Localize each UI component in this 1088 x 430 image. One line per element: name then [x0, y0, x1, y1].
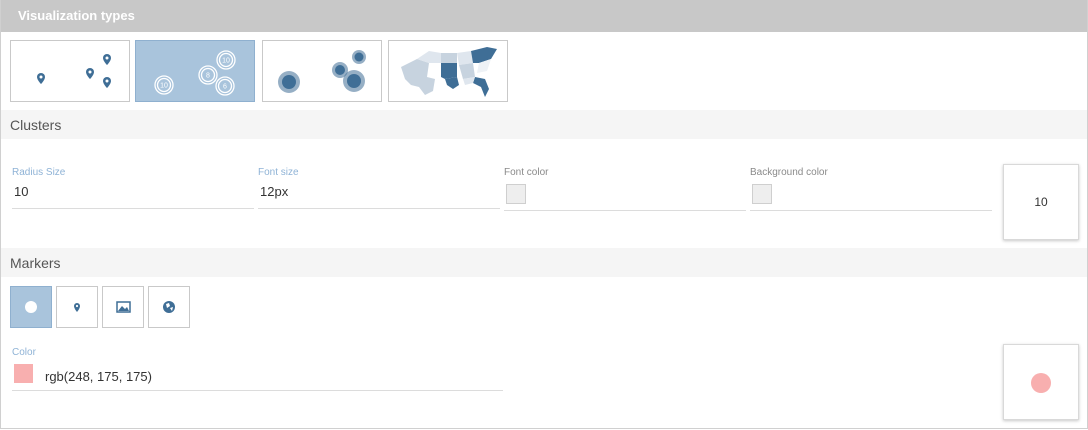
cluster-label: 10 [160, 83, 168, 90]
panel-header: Visualization types [1, 0, 1087, 32]
background-color-field[interactable]: Background color [750, 167, 992, 211]
panel-title: Visualization types [18, 8, 135, 23]
radius-size-underline [12, 208, 254, 209]
viz-type-clusters-button[interactable]: 10 8 10 6 [135, 40, 255, 102]
marker-preview [1003, 344, 1079, 420]
font-size-label: Font size [258, 167, 299, 178]
cluster-label: 6 [223, 84, 227, 91]
cluster-circles-icon: 10 8 10 6 [154, 50, 236, 96]
cluster-label: 10 [222, 58, 230, 65]
cluster-preview-text: 10 [1034, 195, 1048, 209]
clusters-section-header: Clusters [1, 110, 1087, 139]
map-pin-markers-icon [37, 54, 111, 88]
visualization-panel: Visualization types 10 8 10 6 Clusters R… [0, 0, 1088, 429]
image-icon [116, 301, 131, 313]
choropleth-us-map-icon [401, 47, 497, 97]
background-color-label: Background color [750, 167, 828, 178]
proportional-bubbles-icon [278, 50, 366, 93]
marker-type-pin-button[interactable] [56, 286, 98, 328]
font-color-field[interactable]: Font color [504, 167, 746, 211]
map-pin-icon [74, 303, 80, 312]
viz-type-choropleth-button[interactable] [388, 40, 508, 102]
marker-color-swatch[interactable] [14, 364, 33, 383]
marker-color-underline [12, 390, 503, 391]
background-color-underline [750, 210, 992, 211]
viz-type-markers-button[interactable] [10, 40, 130, 102]
background-color-swatch[interactable] [752, 184, 772, 204]
cluster-label: 8 [206, 73, 210, 80]
circle-icon [25, 301, 37, 313]
font-color-label: Font color [504, 167, 549, 178]
radius-size-field[interactable]: Radius Size 10 [12, 167, 254, 209]
marker-type-image-button[interactable] [102, 286, 144, 328]
marker-type-globe-button[interactable] [148, 286, 190, 328]
marker-color-input[interactable]: rgb(248, 175, 175) [45, 369, 152, 384]
clusters-section-title: Clusters [10, 117, 62, 133]
marker-color-label: Color [12, 347, 36, 358]
font-size-underline [258, 208, 500, 209]
cluster-preview: 10 [1003, 164, 1079, 240]
font-color-swatch[interactable] [506, 184, 526, 204]
marker-type-circle-button[interactable] [10, 286, 52, 328]
font-size-input[interactable]: 12px [260, 184, 288, 199]
markers-section-title: Markers [10, 255, 61, 271]
font-color-underline [504, 210, 746, 211]
radius-size-input[interactable]: 10 [14, 184, 28, 199]
globe-icon [163, 301, 175, 313]
marker-preview-circle-icon [1031, 373, 1051, 393]
font-size-field[interactable]: Font size 12px [258, 167, 500, 209]
viz-type-bubbles-button[interactable] [262, 40, 382, 102]
marker-color-field[interactable]: Color rgb(248, 175, 175) [12, 347, 503, 391]
markers-section-header: Markers [1, 248, 1087, 277]
radius-size-label: Radius Size [12, 167, 66, 178]
